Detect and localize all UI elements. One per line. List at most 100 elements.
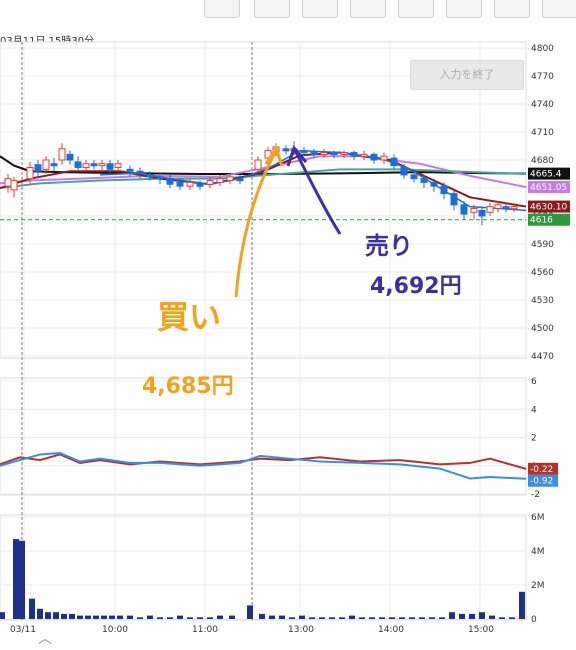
time-label: 11:00	[192, 625, 218, 635]
volume-bar	[61, 613, 67, 619]
volume-bar	[479, 612, 485, 619]
volume-bar	[137, 617, 143, 619]
candle-body	[470, 208, 478, 213]
candle-body	[310, 152, 318, 156]
price-tick-label: 4530	[531, 296, 554, 306]
volume-bar	[279, 615, 285, 619]
candle-body	[58, 148, 66, 161]
volume-bar	[117, 615, 123, 619]
osc-tick-label: 2	[531, 434, 537, 444]
candle-body	[166, 178, 174, 185]
volume-bar	[77, 615, 83, 619]
candle-body	[42, 159, 50, 170]
volume-bar	[339, 617, 345, 619]
price-tick-label: 4470	[531, 352, 554, 362]
candle-body	[4, 178, 12, 187]
osc-tick-label: 4	[531, 405, 537, 415]
buy-annotation-price: 4,685円	[142, 374, 234, 399]
candle-body	[400, 166, 408, 176]
badge-green-text: 4616	[530, 216, 553, 226]
osc-tick-label: -2	[531, 490, 540, 500]
candle-body	[510, 206, 518, 210]
candle-body	[126, 168, 134, 172]
time-label: 14:00	[378, 625, 404, 635]
candle-body	[226, 176, 234, 182]
volume-bar	[147, 615, 153, 619]
candle-body	[26, 166, 34, 180]
end-input-button[interactable]: 入力を終了	[410, 60, 524, 90]
volume-tick-label: 6M	[531, 513, 545, 523]
candle-body	[146, 174, 154, 178]
volume-bar	[127, 615, 133, 619]
volume-bar	[259, 613, 265, 619]
candle-body	[340, 152, 348, 156]
candle-body	[82, 163, 90, 168]
chart-panel	[0, 514, 527, 621]
osc-tick-label: 6	[531, 377, 537, 387]
volume-bar	[93, 615, 99, 619]
volume-bar	[429, 617, 435, 619]
volume-bar	[329, 617, 335, 619]
volume-bar	[197, 617, 203, 619]
osc-badge-blue-text: -0.92	[530, 477, 553, 487]
candle-body	[380, 155, 388, 161]
volume-bar	[519, 591, 525, 619]
candle-body	[478, 209, 486, 217]
osc-badge-red-text: -0.22	[530, 465, 553, 475]
volume-bar	[319, 617, 325, 619]
candle-body	[486, 206, 494, 213]
volume-bar	[53, 612, 59, 619]
volume-bar	[469, 613, 475, 619]
badge-black-text: 4665.4	[530, 170, 562, 180]
candle-body	[320, 152, 328, 156]
stock-chart[interactable]: 4800477047404710468046504620459045604530…	[0, 0, 576, 650]
volume-bar	[369, 617, 375, 619]
candle-body	[114, 163, 122, 168]
volume-bar	[389, 617, 395, 619]
candle-body	[74, 161, 82, 168]
candle-body	[450, 193, 458, 206]
time-label: 13:00	[288, 625, 314, 635]
candle-body	[330, 152, 338, 156]
volume-bar	[379, 617, 385, 619]
candle-body	[494, 204, 502, 210]
chevron-up-icon[interactable]: ︿	[38, 628, 52, 648]
volume-bar	[309, 617, 315, 619]
volume-bar	[177, 615, 183, 619]
candle-body	[206, 180, 214, 185]
volume-bar	[499, 617, 505, 619]
time-label: 10:00	[102, 625, 128, 635]
volume-bar	[269, 615, 275, 619]
volume-bar	[0, 612, 5, 619]
candle-body	[460, 204, 468, 215]
candle-body	[98, 163, 106, 167]
volume-bar	[399, 617, 405, 619]
sell-annotation-title: 売り	[365, 232, 413, 260]
volume-tick-label: 2M	[531, 581, 545, 591]
volume-bar	[101, 615, 107, 619]
buy-annotation-title: 買い	[157, 298, 222, 336]
volume-bar	[45, 612, 51, 619]
sell-annotation-price: 4,692円	[370, 274, 462, 299]
candle-body	[300, 150, 308, 154]
chart-panel	[0, 377, 527, 496]
candle-body	[282, 148, 290, 152]
volume-bar	[187, 617, 193, 619]
volume-bar	[109, 615, 115, 619]
candle-body	[176, 181, 184, 187]
volume-bar	[459, 613, 465, 619]
volume-bar	[289, 617, 295, 619]
volume-bar	[419, 617, 425, 619]
volume-bar	[85, 615, 91, 619]
volume-bar	[29, 598, 35, 619]
price-tick-label: 4680	[531, 156, 554, 166]
candle-body	[254, 159, 262, 170]
candle-body	[186, 181, 194, 187]
candle-body	[216, 178, 224, 183]
volume-bar	[37, 608, 43, 619]
volume-bar	[299, 615, 305, 619]
candle-body	[236, 178, 244, 182]
candle-body	[420, 178, 428, 183]
volume-bar	[13, 539, 19, 619]
badge-purple-text: 4651.05	[530, 183, 567, 193]
